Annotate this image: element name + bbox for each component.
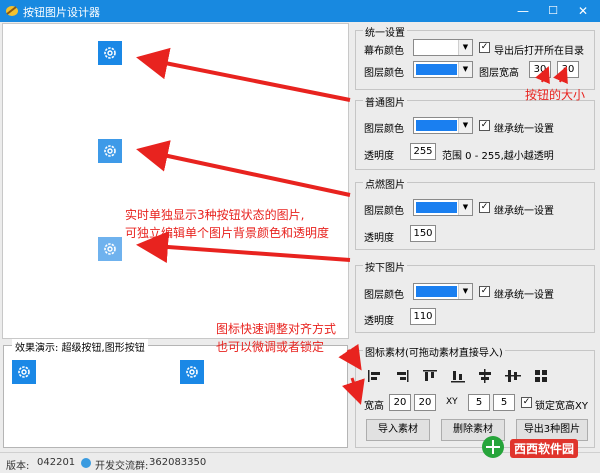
hover-inherit-checkbox[interactable]: ✓ [479,202,490,213]
chevron-down-icon: ▼ [458,118,472,133]
open-dir-label: 导出后打开所在目录 [494,46,584,57]
group-label: 开发交流群: [95,461,149,472]
align-annotation-2: 也可以微调或者锁定 [216,340,325,354]
align-bottom-icon[interactable] [449,368,467,384]
material-size-label: 宽高 [364,401,384,412]
pressed-color-picker[interactable]: ▼ [413,283,473,300]
version-value: 042201 [37,457,76,468]
layer-color-label: 图层颜色 [364,68,404,79]
size-annotation: 按钮的大小 [525,88,586,102]
uniform-settings-title: 统一设置 [363,24,407,39]
align-top-icon[interactable] [421,368,439,384]
normal-inherit-label: 继承统一设置 [494,124,554,135]
layer-color-picker[interactable]: ▼ [413,61,473,78]
realtime-annotation-2: 可独立编辑单个图片背景颜色和透明度 [125,226,330,240]
curtain-color-picker[interactable]: ▼ [413,39,473,56]
app-icon [6,6,18,16]
layer-height-input[interactable]: 30 [557,61,579,78]
align-center-v-icon[interactable] [504,368,522,384]
hover-image-group: 点燃图片 图层颜色 ▼ ✓ 继承统一设置 透明度 150 [355,176,595,250]
material-title: 图标素材(可拖动素材直接导入) [363,344,505,359]
gear-icon [18,366,30,378]
hover-inherit-label: 继承统一设置 [494,206,554,217]
normal-inherit-checkbox[interactable]: ✓ [479,120,490,131]
normal-alpha-input[interactable]: 255 [410,143,436,160]
grid-icon[interactable] [532,368,550,384]
maximize-button[interactable]: ☐ [538,0,568,22]
window-title: 按钮图片设计器 [23,6,100,19]
pressed-inherit-checkbox[interactable]: ✓ [479,286,490,297]
open-dir-checkbox[interactable]: ✓ [479,42,490,53]
uniform-settings-group: 统一设置 幕布颜色 ▼ ✓ 导出后打开所在目录 图层颜色 ▼ 图层宽高 30 3… [355,24,595,90]
pressed-layer-color-label: 图层颜色 [364,290,404,301]
hover-color-picker[interactable]: ▼ [413,199,473,216]
chevron-down-icon: ▼ [458,62,472,77]
align-center-h-icon[interactable] [476,368,494,384]
pressed-alpha-label: 透明度 [364,316,394,327]
pressed-image-group: 按下图片 图层颜色 ▼ ✓ 继承统一设置 透明度 110 [355,259,595,333]
hover-layer-color-label: 图层颜色 [364,206,404,217]
demo-panel: 效果演示: 超级按钮,图形按钮 [3,339,348,448]
chevron-down-icon: ▼ [458,40,472,55]
pressed-inherit-label: 继承统一设置 [494,290,554,301]
curtain-color-label: 幕布颜色 [364,46,404,57]
chevron-down-icon: ▼ [458,200,472,215]
watermark-text: 西西软件园 [510,439,579,458]
gear-icon [104,243,116,255]
layer-size-label: 图层宽高 [479,68,519,79]
gear-icon [104,145,116,157]
minimize-button[interactable]: — [508,0,538,22]
version-label: 版本: [6,461,30,472]
pressed-alpha-input[interactable]: 110 [410,308,436,325]
normal-image-group: 普通图片 图层颜色 ▼ ✓ 继承统一设置 透明度 255 范围 0 - 255,… [355,94,595,170]
material-x-input[interactable]: 5 [468,394,490,411]
lock-size-checkbox[interactable]: ✓ [521,397,532,408]
gear-icon[interactable] [98,139,122,163]
alpha-range-hint: 范围 0 - 255,越小越透明 [442,151,554,162]
material-h-input[interactable]: 20 [414,394,436,411]
gear-icon[interactable] [98,237,122,261]
gear-icon[interactable] [180,360,204,384]
align-annotation-1: 图标快速调整对齐方式 [216,322,337,336]
layer-width-input[interactable]: 30 [529,61,551,78]
xy-label: XY [446,397,458,407]
demo-title: 效果演示: 超级按钮,图形按钮 [12,339,148,354]
material-w-input[interactable]: 20 [389,394,411,411]
align-right-icon[interactable] [393,368,411,384]
watermark-icon [482,436,504,458]
watermark-logo: 西西软件园 [480,434,598,462]
hover-alpha-input[interactable]: 150 [410,225,436,242]
normal-layer-color-label: 图层颜色 [364,124,404,135]
gear-icon [104,47,116,59]
title-bar: 按钮图片设计器 — ☐ ✕ [0,0,600,22]
group-icon [81,458,91,468]
align-left-icon[interactable] [366,368,384,384]
material-y-input[interactable]: 5 [493,394,515,411]
normal-color-picker[interactable]: ▼ [413,117,473,134]
normal-alpha-label: 透明度 [364,151,394,162]
gear-icon[interactable] [98,41,122,65]
lock-size-label: 锁定宽高XY [535,401,588,412]
gear-icon[interactable] [12,360,36,384]
chevron-down-icon: ▼ [458,284,472,299]
hover-alpha-label: 透明度 [364,233,394,244]
normal-image-title: 普通图片 [363,94,407,109]
pressed-image-title: 按下图片 [363,259,407,274]
close-button[interactable]: ✕ [568,0,598,22]
realtime-annotation-1: 实时单独显示3种按钮状态的图片, [125,208,305,222]
hover-image-title: 点燃图片 [363,176,407,191]
preview-canvas [2,23,349,339]
gear-icon [186,366,198,378]
import-material-button[interactable]: 导入素材 [366,419,430,441]
group-value: 362083350 [149,457,207,468]
